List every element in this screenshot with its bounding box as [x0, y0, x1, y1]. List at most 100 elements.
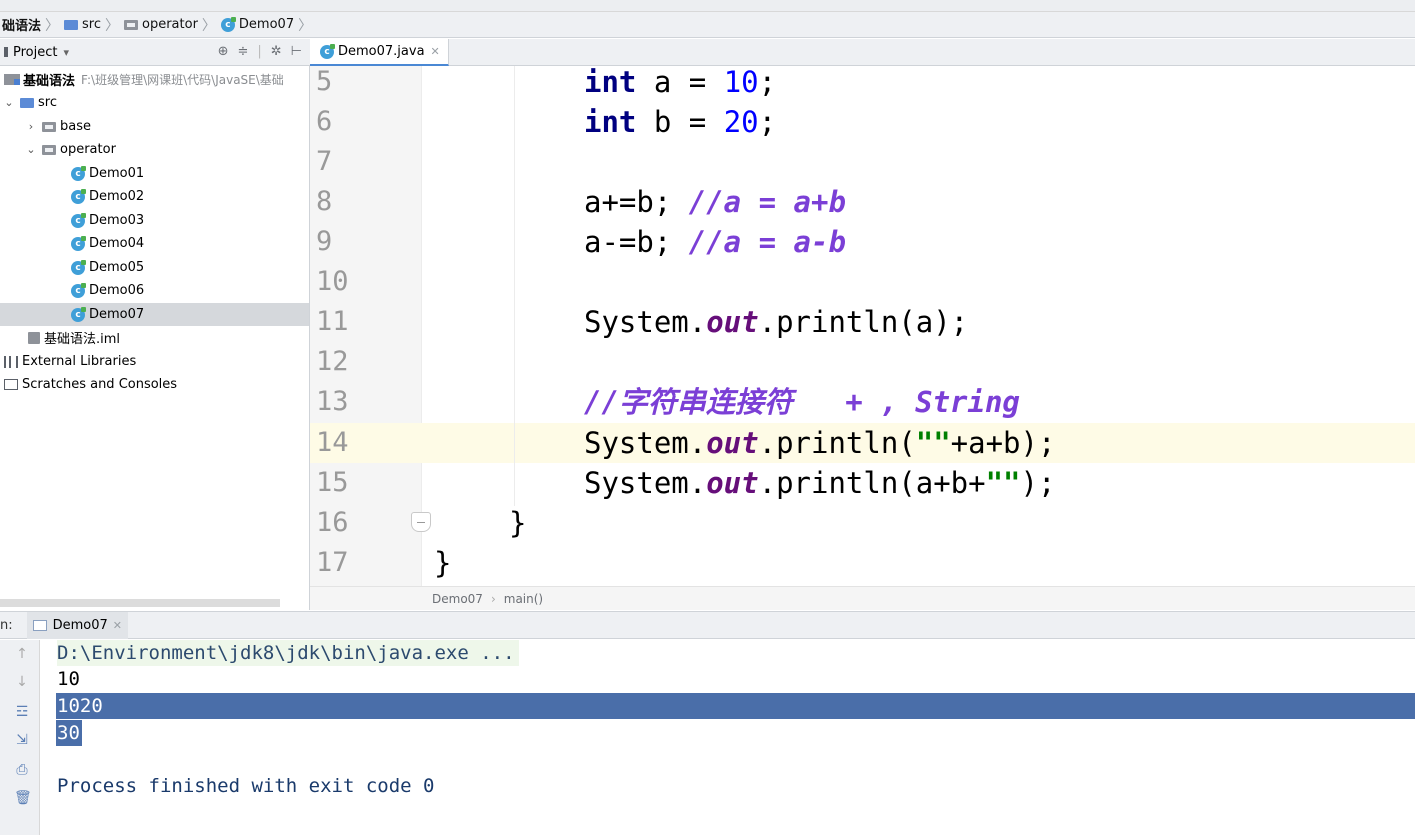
breadcrumb-demo07-label: Demo07	[238, 17, 295, 32]
scratches-icon	[4, 379, 18, 390]
chevron-right-icon: 〉	[45, 17, 60, 34]
collapsed-arrow-icon[interactable]: ›	[24, 120, 38, 133]
scroll-to-end-icon[interactable]: ⇲	[14, 732, 30, 748]
java-class-icon: c	[71, 165, 86, 181]
tree-item-class-selected[interactable]: c Demo07	[0, 303, 309, 326]
line-number: 7	[316, 146, 333, 177]
close-icon[interactable]: ✕	[431, 45, 440, 58]
tree-item-class[interactable]: c Demo05	[0, 256, 309, 279]
root-path: F:\班级管理\网课班\代码\JavaSE\基础	[81, 73, 284, 87]
line-number: 8	[316, 186, 333, 217]
class-label: Demo01	[89, 166, 145, 181]
gear-icon[interactable]: ✲	[271, 44, 282, 59]
console-command-line: D:\Environment\jdk8\jdk\bin\java.exe ...	[57, 640, 519, 666]
fold-marker-icon[interactable]	[411, 512, 431, 532]
console-finished-line: Process finished with exit code 0	[57, 775, 435, 797]
code-area: int a = 10; int b = 20; a+=b; //a = a+b …	[422, 66, 1415, 586]
tree-item-src[interactable]: ⌄ src	[0, 91, 309, 114]
breadcrumb-demo07[interactable]: c Demo07 〉	[219, 12, 315, 38]
root-label: 基础语法	[23, 74, 76, 89]
class-label: Demo07	[89, 307, 145, 322]
tree-item-class[interactable]: c Demo04	[0, 232, 309, 255]
src-label: src	[38, 95, 57, 110]
editor-breadcrumb-class[interactable]: Demo07	[432, 592, 483, 606]
close-icon[interactable]: ✕	[113, 619, 122, 632]
locate-icon[interactable]: ⊕	[218, 44, 229, 59]
project-tree: 基础语法 F:\班级管理\网课班\代码\JavaSE\基础 ⌄ src › ba…	[0, 66, 310, 610]
trash-icon[interactable]: 🗑	[14, 790, 32, 806]
folder-blue-icon	[20, 97, 34, 108]
code-line-11: System.out.println(a);	[584, 305, 969, 339]
chevron-right-icon: 〉	[105, 17, 119, 34]
java-class-icon: c	[71, 282, 86, 298]
chevron-right-icon: 〉	[201, 17, 216, 34]
breadcrumb-operator[interactable]: operator 〉	[122, 12, 219, 38]
tree-item-class[interactable]: c Demo02	[0, 185, 309, 208]
code-line-6: int b = 20;	[584, 105, 777, 139]
iml-label: 基础语法.iml	[44, 332, 121, 347]
project-module-icon	[4, 74, 20, 85]
class-label: Demo02	[89, 189, 145, 204]
java-class-icon: c	[71, 212, 86, 228]
code-line-9: a-=b; //a = a-b	[584, 225, 846, 259]
project-title[interactable]: Project	[13, 45, 57, 60]
breadcrumb-project[interactable]: 础语法 〉	[0, 12, 62, 38]
print-icon[interactable]: ⎙	[14, 762, 30, 778]
java-class-icon: c	[220, 16, 236, 32]
line-number: 11	[316, 306, 349, 337]
tree-item-external-libraries[interactable]: External Libraries	[0, 350, 309, 373]
dropdown-icon[interactable]: ▾	[63, 46, 69, 59]
base-label: base	[60, 119, 91, 134]
tree-item-class[interactable]: c Demo03	[0, 209, 309, 232]
down-arrow-icon[interactable]: ↓	[14, 674, 30, 690]
tree-item-scratches[interactable]: Scratches and Consoles	[0, 373, 309, 396]
tree-item-base[interactable]: › base	[0, 115, 309, 138]
line-number: 5	[316, 66, 333, 97]
module-file-icon	[28, 331, 40, 344]
collapse-all-icon[interactable]: ≑	[237, 44, 248, 59]
main-toolbar	[0, 0, 1415, 12]
java-class-icon: c	[320, 43, 335, 59]
expanded-arrow-icon[interactable]: ⌄	[2, 96, 16, 109]
code-line-17: }	[434, 546, 452, 580]
chevron-right-icon: 〉	[298, 17, 313, 34]
code-line-5: int a = 10;	[584, 66, 777, 99]
line-number: 13	[316, 386, 349, 417]
console-output-line-selected: 30	[57, 722, 80, 744]
horizontal-scrollbar[interactable]	[0, 599, 280, 607]
external-libraries-label: External Libraries	[22, 354, 137, 369]
code-editor[interactable]: 5 6 7 8 9 10 11 12 13 14 15 16 17 int a …	[310, 66, 1415, 586]
up-arrow-icon[interactable]: ↑	[14, 646, 30, 662]
tree-item-class[interactable]: c Demo06	[0, 279, 309, 302]
chevron-right-icon: ›	[490, 591, 496, 606]
toolbar-divider: |	[257, 44, 262, 59]
expanded-arrow-icon[interactable]: ⌄	[24, 143, 38, 156]
folder-icon	[42, 121, 56, 132]
line-number: 17	[316, 547, 349, 578]
line-number: 12	[316, 346, 349, 377]
tree-item-iml[interactable]: 基础语法.iml	[0, 326, 309, 349]
selection-highlight	[56, 693, 1415, 719]
run-side-toolbar: ↑ ↓ ☲ ⇲ ⎙ 🗑	[0, 640, 40, 835]
run-panel-header: n: Demo07 ✕	[0, 611, 1415, 639]
breadcrumb-src[interactable]: src 〉	[62, 12, 122, 38]
console-output[interactable]: D:\Environment\jdk8\jdk\bin\java.exe ...…	[40, 640, 1415, 835]
class-label: Demo06	[89, 283, 145, 298]
code-line-8: a+=b; //a = a+b	[584, 185, 846, 219]
tree-item-class[interactable]: c Demo01	[0, 162, 309, 185]
hide-panel-icon[interactable]: ⊢	[291, 44, 302, 59]
editor-breadcrumb-method[interactable]: main()	[504, 592, 543, 606]
tree-item-root[interactable]: 基础语法 F:\班级管理\网课班\代码\JavaSE\基础	[0, 68, 309, 91]
tree-item-operator[interactable]: ⌄ operator	[0, 138, 309, 161]
tab-demo07-java[interactable]: c Demo07.java ✕	[310, 39, 449, 66]
tab-run-demo07[interactable]: Demo07 ✕	[26, 611, 129, 639]
breadcrumb-operator-label: operator	[142, 17, 198, 32]
java-class-icon: c	[71, 188, 86, 204]
line-number: 9	[316, 226, 333, 257]
operator-label: operator	[60, 142, 116, 157]
class-label: Demo03	[89, 213, 145, 228]
code-line-13: //字符串连接符 + , String	[584, 385, 1020, 419]
java-class-icon: c	[71, 259, 86, 275]
code-line-15: System.out.println(a+b+"");	[584, 466, 1056, 500]
soft-wrap-icon[interactable]: ☲	[14, 704, 30, 720]
